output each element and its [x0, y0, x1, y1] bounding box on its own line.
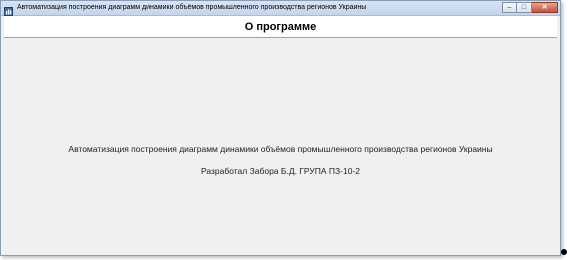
minimize-icon: –	[507, 4, 512, 11]
author-credit: Разработал Забора Б.Д. ГРУПА ПЗ-10-2	[200, 166, 361, 176]
application-icon	[4, 3, 13, 16]
about-window: Автоматизация построения диаграмм динами…	[0, 0, 561, 256]
window-titlebar[interactable]: Автоматизация построения диаграмм динами…	[1, 1, 560, 16]
cursor-dot	[561, 249, 567, 255]
maximize-icon: □	[521, 4, 527, 11]
window-controls: – □ ✕	[502, 2, 558, 13]
minimize-button[interactable]: –	[502, 2, 517, 13]
close-button[interactable]: ✕	[532, 2, 558, 13]
page-title: О программе	[244, 20, 317, 33]
window-title: Автоматизация построения диаграмм динами…	[17, 4, 367, 11]
program-description: Автоматизация построения диаграмм динами…	[68, 144, 493, 154]
maximize-button[interactable]: □	[517, 2, 532, 13]
dialog-header: О программе	[4, 16, 557, 38]
close-icon: ✕	[541, 4, 548, 11]
about-content: Автоматизация построения диаграмм динами…	[4, 38, 557, 252]
